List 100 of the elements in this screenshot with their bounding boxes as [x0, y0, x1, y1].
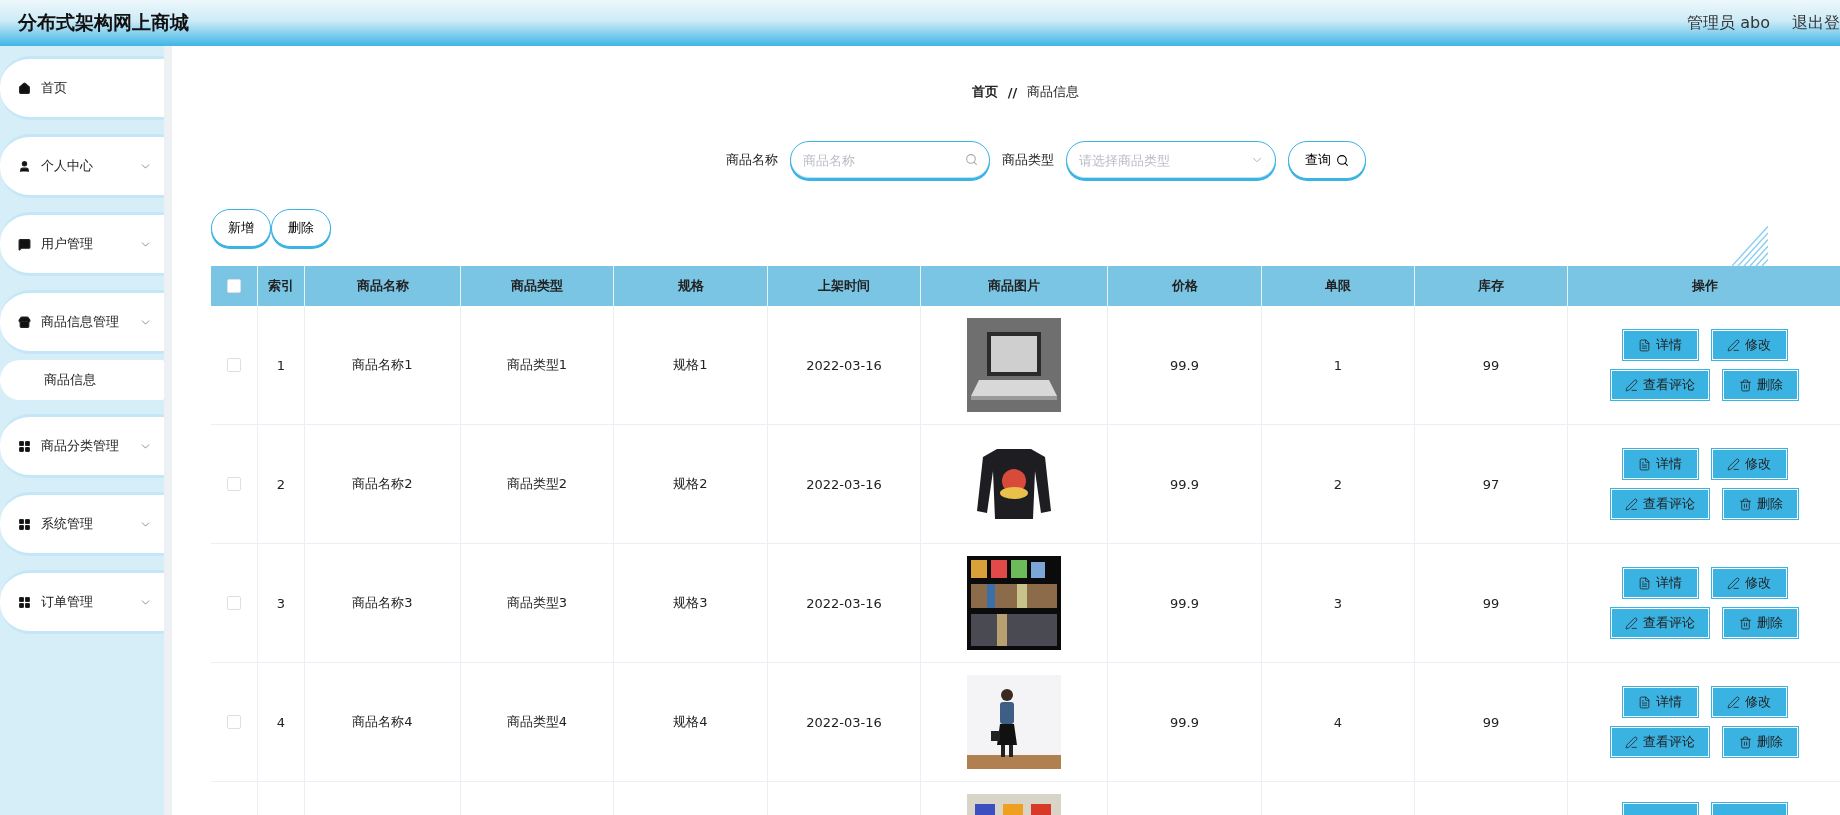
action-button[interactable]: 删除	[1722, 488, 1799, 520]
checkbox[interactable]	[227, 477, 241, 491]
table-cell: 97	[1482, 476, 1500, 492]
sidebar-item[interactable]: 首页	[0, 56, 164, 120]
table-cell: 99	[1482, 595, 1500, 611]
sidebar-item[interactable]: 用户管理	[0, 212, 164, 276]
table-cell: 商品名称3	[352, 594, 413, 612]
table-cell: 商品类型4	[506, 713, 568, 731]
home-icon	[18, 81, 31, 95]
grid-icon	[18, 439, 31, 453]
table-cell: 1	[1333, 357, 1343, 373]
table-cell: 商品名称4	[352, 713, 413, 731]
table-cell: 99	[1482, 714, 1500, 730]
user-name: 管理员 abo	[1687, 12, 1770, 34]
table-cell: 商品类型1	[506, 356, 568, 374]
trash-icon	[1738, 735, 1752, 749]
pencil-icon	[1727, 338, 1740, 352]
field-label: 商品类型	[1001, 151, 1054, 169]
column-header: 上架时间	[768, 266, 921, 306]
table-cell: 商品类型2	[506, 475, 568, 493]
column-header: 单限	[1262, 266, 1415, 306]
column-header: 规格	[614, 266, 768, 306]
field-label: 商品名称	[725, 151, 778, 169]
chat-icon	[18, 237, 31, 251]
table-cell: 1	[276, 357, 286, 373]
select-field[interactable]: 请选择商品类型	[1065, 141, 1276, 179]
table-cell: 商品类型3	[506, 594, 568, 612]
table-cell: 2022-03-16	[806, 714, 882, 730]
breadcrumb-link[interactable]: 首页	[971, 83, 998, 101]
action-button[interactable]: 详情	[1621, 686, 1699, 718]
sidebar-item[interactable]: 订单管理	[0, 570, 164, 634]
table-cell: 2	[276, 476, 286, 492]
document-icon	[1638, 576, 1651, 590]
search-icon	[964, 153, 978, 166]
grid-icon	[18, 517, 31, 531]
sidebar-item[interactable]: 系统管理	[0, 492, 164, 556]
checkbox[interactable]	[227, 596, 241, 610]
table-cell: 3	[1333, 595, 1343, 611]
pencil-icon	[1625, 735, 1638, 749]
action-button[interactable]: 删除	[1722, 369, 1799, 401]
trash-icon	[1738, 616, 1752, 630]
table-cell: 2022-03-16	[806, 357, 882, 373]
pencil-icon	[1727, 457, 1740, 471]
table-cell: 商品名称2	[352, 475, 413, 493]
trash-icon	[1738, 497, 1752, 511]
action-button[interactable]: 修改	[1710, 567, 1788, 599]
pencil-icon	[1625, 616, 1638, 630]
document-icon	[1638, 457, 1651, 471]
action-button[interactable]: 删除	[1722, 607, 1799, 639]
action-button[interactable]: 详情	[1621, 567, 1699, 599]
table-cell: 规格2	[673, 475, 708, 493]
action-button[interactable]: 查看评论	[1610, 488, 1710, 520]
table-cell: 4	[276, 714, 286, 730]
pencil-icon	[1727, 576, 1740, 590]
table-cell: 99	[1482, 357, 1500, 373]
table-cell: 规格3	[673, 594, 708, 612]
pencil-icon	[1727, 695, 1740, 709]
action-button[interactable]: 删除	[1722, 726, 1799, 758]
column-header: 索引	[258, 266, 305, 306]
app-title: 分布式架构网上商城	[18, 10, 189, 35]
table-cell: 2	[1333, 476, 1343, 492]
sidebar-item[interactable]: 个人中心	[0, 134, 164, 198]
checkbox[interactable]	[227, 279, 241, 293]
action-button[interactable]: 查看评论	[1610, 607, 1710, 639]
breadcrumb-separator: //	[1007, 84, 1018, 100]
table-cell: 99.9	[1170, 595, 1199, 611]
table-cell: 99.9	[1170, 476, 1199, 492]
sidebar-item[interactable]: 商品信息管理	[0, 290, 164, 354]
checkbox[interactable]	[227, 358, 241, 372]
action-button[interactable]: 修改	[1710, 448, 1788, 480]
action-button[interactable]: 查看评论	[1610, 369, 1710, 401]
sidebar-item[interactable]: 商品分类管理	[0, 414, 164, 478]
column-header: 商品图片	[921, 266, 1108, 306]
column-header: 商品类型	[461, 266, 614, 306]
search-icon	[1335, 153, 1349, 167]
pencil-icon	[1625, 378, 1638, 392]
table-cell: 99.9	[1170, 714, 1199, 730]
add-button[interactable]: 新增	[211, 209, 271, 247]
table-cell: 规格4	[673, 713, 708, 731]
checkbox[interactable]	[227, 715, 241, 729]
table-cell: 4	[1333, 714, 1343, 730]
action-button[interactable]: 修改	[1710, 686, 1788, 718]
column-header: 价格	[1108, 266, 1262, 306]
grid-icon	[18, 595, 31, 609]
column-header: 商品名称	[305, 266, 461, 306]
delete-button[interactable]: 删除	[271, 209, 331, 247]
search-field[interactable]: 商品名称	[789, 141, 990, 179]
action-button[interactable]: 查看评论	[1610, 726, 1710, 758]
action-button[interactable]: 详情	[1621, 448, 1699, 480]
action-button[interactable]: 修改	[1710, 329, 1788, 361]
sidebar-subitem[interactable]: 商品信息	[0, 360, 164, 400]
person-icon	[18, 159, 31, 173]
column-header: 库存	[1415, 266, 1568, 306]
table-cell: 2022-03-16	[806, 476, 882, 492]
document-icon	[1638, 695, 1651, 709]
column-header: 操作	[1568, 266, 1840, 306]
pencil-icon	[1625, 497, 1638, 511]
logout-link[interactable]: 退出登	[1792, 12, 1840, 34]
action-button[interactable]: 详情	[1621, 329, 1699, 361]
query-button[interactable]: 查询	[1287, 141, 1366, 179]
